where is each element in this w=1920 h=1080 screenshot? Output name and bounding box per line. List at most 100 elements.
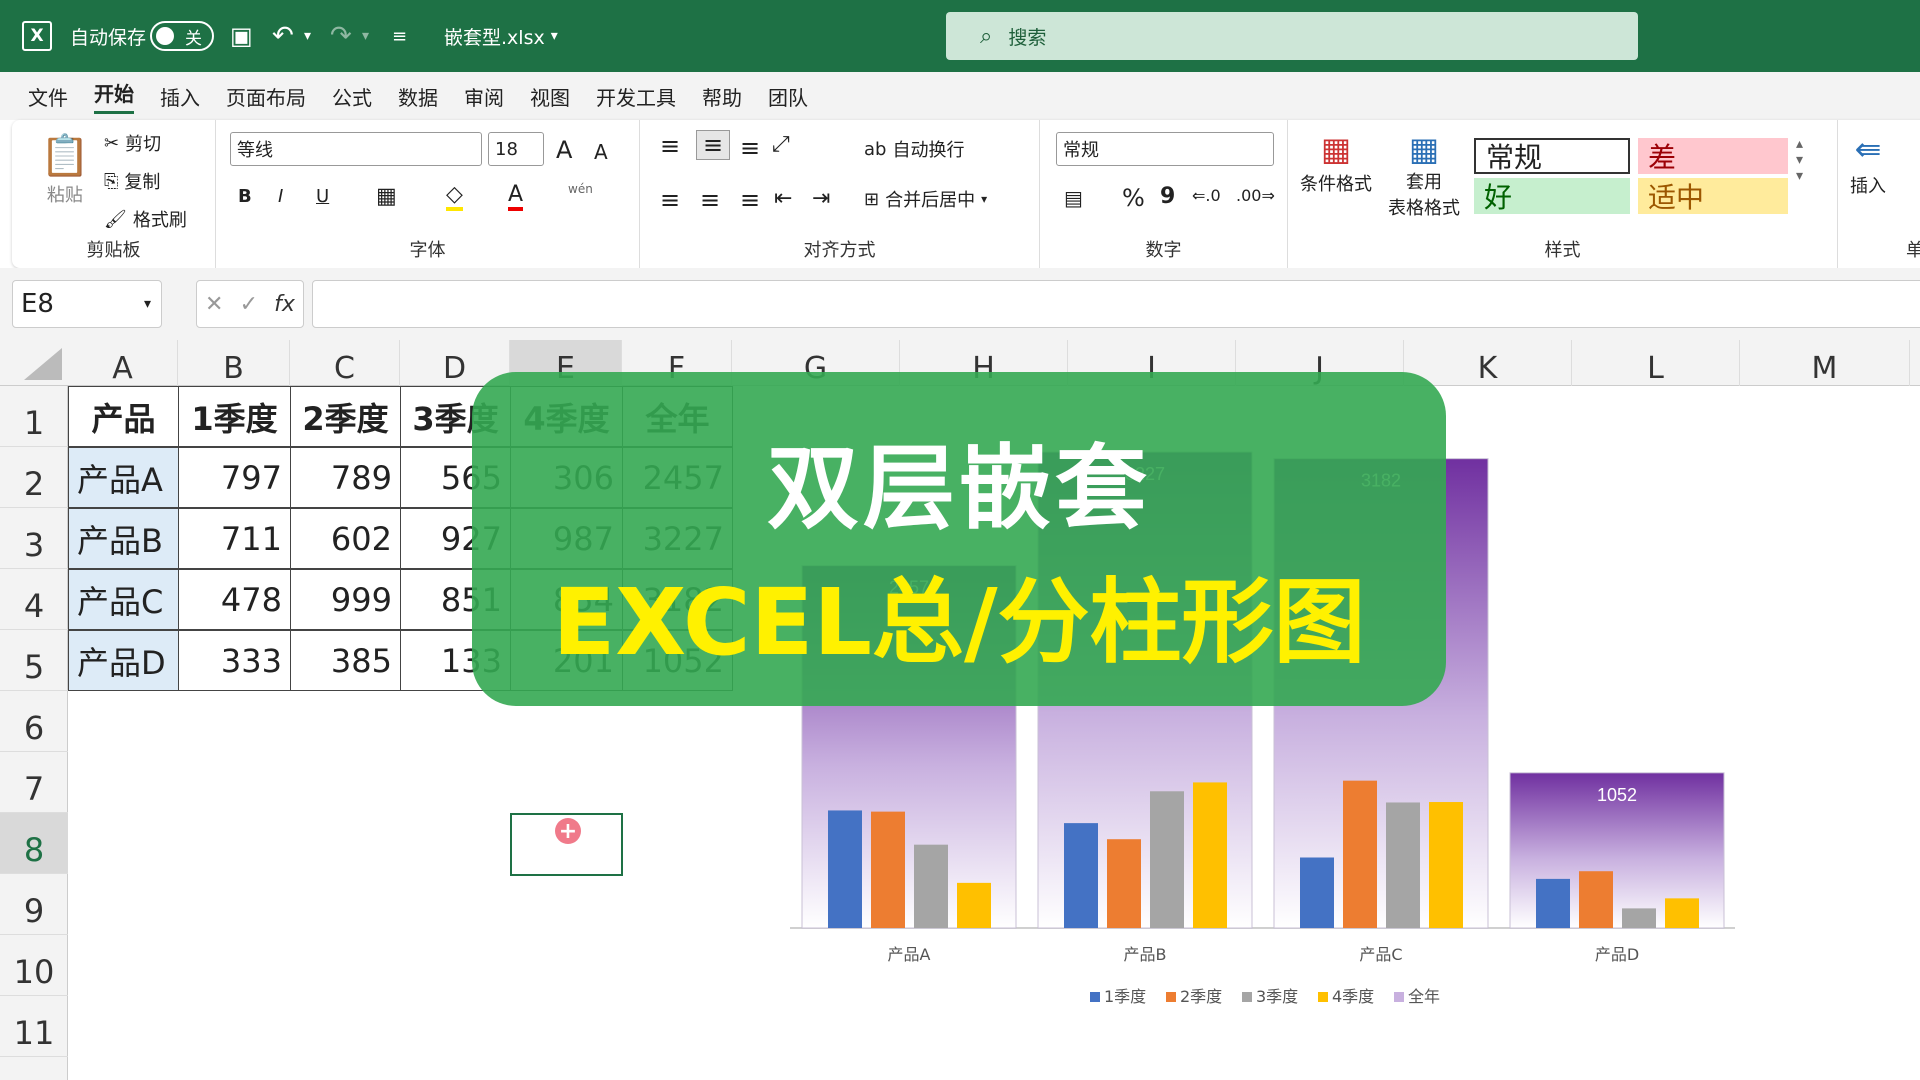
row-header-8[interactable]: 8 xyxy=(0,813,68,874)
select-all-button[interactable] xyxy=(0,340,68,386)
shrink-font-button[interactable]: A xyxy=(594,140,608,164)
row-header-1[interactable]: 1 xyxy=(0,386,68,447)
column-header-b[interactable]: B xyxy=(178,340,290,386)
row-header-5[interactable]: 5 xyxy=(0,630,68,691)
row-header-10[interactable]: 10 xyxy=(0,935,68,996)
style-neutral[interactable]: 适中 xyxy=(1638,178,1788,214)
font-name-select[interactable]: 等线 xyxy=(230,132,482,166)
tab-formulas[interactable]: 公式 xyxy=(332,82,372,111)
percent-button[interactable]: % xyxy=(1122,184,1145,212)
italic-button[interactable]: I xyxy=(278,186,283,207)
styles-scroll-icon[interactable]: ▴ ▾ ▾ xyxy=(1796,136,1803,184)
row-header-4[interactable]: 4 xyxy=(0,569,68,630)
header-cell[interactable]: 产品 xyxy=(68,386,179,447)
copy-button[interactable]: ⎘ 复制 xyxy=(104,168,160,194)
bold-button[interactable]: B xyxy=(238,186,252,207)
row-header-3[interactable]: 3 xyxy=(0,508,68,569)
table-cell[interactable]: 产品C xyxy=(68,569,179,630)
tab-view[interactable]: 视图 xyxy=(530,82,570,111)
cut-button[interactable]: ✂ 剪切 xyxy=(104,130,161,156)
align-middle-icon[interactable]: ≡ xyxy=(696,130,731,160)
redo-dropdown-icon[interactable]: ▾ xyxy=(362,0,369,72)
number-format-select[interactable]: 常规 xyxy=(1056,132,1274,166)
formula-input[interactable] xyxy=(312,280,1920,328)
row-header-6[interactable]: 6 xyxy=(0,691,68,752)
table-cell[interactable]: 789 xyxy=(290,447,401,508)
save-icon[interactable]: ▣ xyxy=(230,0,253,72)
decrease-indent-icon[interactable]: ⇤ xyxy=(774,186,792,211)
name-box[interactable]: E8 ▾ xyxy=(12,280,162,328)
align-center-icon[interactable]: ≡ xyxy=(700,186,720,214)
tab-data[interactable]: 数据 xyxy=(398,82,438,111)
font-size-select[interactable]: 18 xyxy=(488,132,544,166)
comma-style-button[interactable]: 9 xyxy=(1160,184,1175,209)
increase-decimal-icon[interactable]: ⇐.0 xyxy=(1192,186,1221,205)
table-cell[interactable]: 602 xyxy=(290,508,401,569)
row-header-9[interactable]: 9 xyxy=(0,874,68,935)
accounting-format-icon[interactable]: ▤ xyxy=(1064,186,1083,210)
chevron-down-icon: ▾ xyxy=(981,192,988,206)
pinyin-icon[interactable]: wén xyxy=(568,182,593,196)
decrease-decimal-icon[interactable]: .00⇒ xyxy=(1236,186,1275,205)
file-name[interactable]: 嵌套型.xlsx ▾ xyxy=(444,0,558,72)
header-cell[interactable]: 1季度 xyxy=(178,386,291,447)
table-cell[interactable]: 333 xyxy=(178,630,291,691)
conditional-format-button[interactable]: ▦ 条件格式 xyxy=(1300,130,1372,196)
row-header-7[interactable]: 7 xyxy=(0,752,68,813)
underline-button[interactable]: U xyxy=(316,186,329,207)
column-header-k[interactable]: K xyxy=(1404,340,1572,386)
search-box[interactable]: ⌕ 搜索 xyxy=(946,12,1638,60)
header-cell[interactable]: 2季度 xyxy=(290,386,401,447)
column-header-c[interactable]: C xyxy=(290,340,400,386)
customize-toolbar-icon[interactable]: ≡ xyxy=(392,0,407,72)
row-header-2[interactable]: 2 xyxy=(0,447,68,508)
font-color-icon[interactable]: A xyxy=(508,182,524,211)
grow-font-button[interactable]: A xyxy=(556,136,572,164)
orientation-icon[interactable]: ⤢ xyxy=(772,132,790,157)
insert-cells-button[interactable]: ⇚ 插入 xyxy=(1850,130,1886,198)
table-cell[interactable]: 797 xyxy=(178,447,291,508)
style-good[interactable]: 好 xyxy=(1474,178,1630,214)
tab-team[interactable]: 团队 xyxy=(768,82,808,111)
tab-page-layout[interactable]: 页面布局 xyxy=(226,82,306,111)
row-header-11[interactable]: 11 xyxy=(0,996,68,1057)
align-bottom-icon[interactable]: ≡ xyxy=(740,134,760,162)
align-top-icon[interactable]: ≡ xyxy=(660,132,680,160)
tab-file[interactable]: 文件 xyxy=(28,82,68,111)
table-cell[interactable]: 产品A xyxy=(68,447,179,508)
tab-review[interactable]: 审阅 xyxy=(464,82,504,111)
table-cell[interactable]: 产品D xyxy=(68,630,179,691)
insert-function-button[interactable]: fx xyxy=(274,292,295,317)
table-cell[interactable]: 产品B xyxy=(68,508,179,569)
tab-developer[interactable]: 开发工具 xyxy=(596,82,676,111)
paste-button[interactable]: 📋 粘贴 xyxy=(40,132,90,207)
format-painter-button[interactable]: 🖌 格式刷 xyxy=(104,206,187,232)
column-header-l[interactable]: L xyxy=(1572,340,1740,386)
style-normal[interactable]: 常规 xyxy=(1474,138,1630,174)
table-cell[interactable]: 478 xyxy=(178,569,291,630)
table-cell[interactable]: 385 xyxy=(290,630,401,691)
column-header-a[interactable]: A xyxy=(68,340,178,386)
tab-insert[interactable]: 插入 xyxy=(160,82,200,111)
autosave-toggle[interactable]: 关 xyxy=(150,0,214,72)
wrap-text-button[interactable]: ab 自动换行 xyxy=(864,136,964,162)
align-right-icon[interactable]: ≡ xyxy=(740,186,760,214)
tab-home[interactable]: 开始 xyxy=(94,78,134,114)
check-icon[interactable]: ✓ xyxy=(240,292,258,317)
style-bad[interactable]: 差 xyxy=(1638,138,1788,174)
format-as-table-button[interactable]: ▦ 套用 表格格式 xyxy=(1388,130,1460,220)
fill-color-icon[interactable]: ◇ xyxy=(446,182,463,211)
redo-icon[interactable]: ↷ xyxy=(330,0,352,72)
row-headers: 1 2 3 4 5 6 7 8 9 10 11 xyxy=(0,386,68,1080)
column-header-m[interactable]: M xyxy=(1740,340,1910,386)
increase-indent-icon[interactable]: ⇥ xyxy=(812,186,830,211)
cancel-icon[interactable]: ✕ xyxy=(205,292,223,317)
table-cell[interactable]: 711 xyxy=(178,508,291,569)
merge-center-button[interactable]: ⊞ 合并后居中 ▾ xyxy=(864,186,987,212)
border-icon[interactable]: ▦ xyxy=(376,184,397,209)
table-cell[interactable]: 999 xyxy=(290,569,401,630)
undo-icon[interactable]: ↶ xyxy=(272,0,294,72)
tab-help[interactable]: 帮助 xyxy=(702,82,742,111)
undo-dropdown-icon[interactable]: ▾ xyxy=(304,0,311,72)
align-left-icon[interactable]: ≡ xyxy=(660,186,680,214)
